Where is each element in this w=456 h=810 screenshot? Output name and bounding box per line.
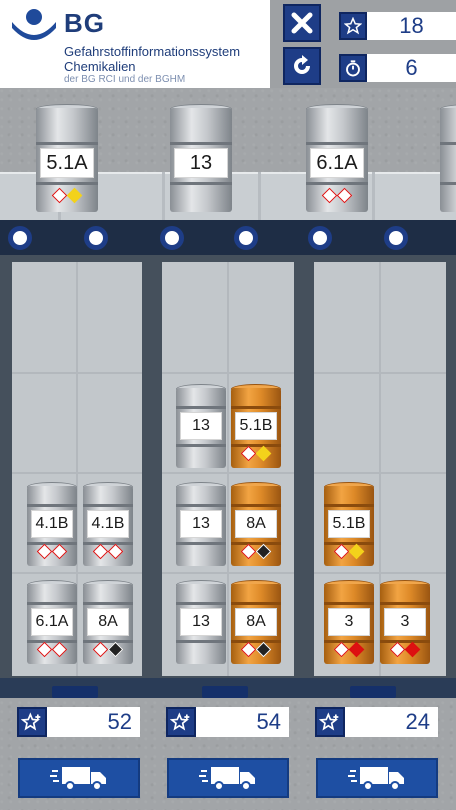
hazard-pictograms xyxy=(240,641,272,658)
stored-barrel[interactable]: 6.1A xyxy=(27,580,77,664)
barrel-class-label: 8A xyxy=(235,608,277,636)
shelf-divider xyxy=(314,472,446,474)
hazard-pictograms xyxy=(92,641,124,658)
hazard-pictograms xyxy=(389,641,421,658)
logo-abbreviation: BG xyxy=(64,8,105,38)
conveyor-wheel xyxy=(160,226,184,250)
hazard-pictograms xyxy=(51,187,83,204)
logo-system-name: Gefahrstoffinformationssystem xyxy=(64,44,241,59)
shelf-divider xyxy=(227,262,229,676)
bg-logo-icon xyxy=(12,9,56,40)
hazard-pictograms xyxy=(333,641,365,658)
conveyor-barrel[interactable]: 6.1A xyxy=(306,104,368,212)
barrel-class-label: 5.1A xyxy=(40,148,94,178)
shelf-tab xyxy=(52,686,98,698)
stored-barrel[interactable]: 8A xyxy=(231,580,281,664)
truck-icon xyxy=(348,767,404,791)
hazard-pictograms xyxy=(36,543,68,560)
barrel-class-label: 6.1A xyxy=(31,608,73,636)
shelf-divider xyxy=(162,372,294,374)
star-plus-icon xyxy=(315,707,345,737)
belt-segment xyxy=(162,172,165,220)
truck-icon xyxy=(199,767,255,791)
shelf-divider xyxy=(314,572,446,574)
barrel-class-label: 5.1B xyxy=(235,412,277,440)
stored-barrel[interactable]: 3 xyxy=(380,580,430,664)
conveyor-wheel xyxy=(8,226,32,250)
conveyor-wheel xyxy=(234,226,258,250)
barrel-class-label: 5.1B xyxy=(328,510,370,538)
restart-button[interactable] xyxy=(283,47,321,85)
barrel-class-label: 6.1A xyxy=(310,148,364,178)
time-counter: 6 xyxy=(367,54,456,82)
conveyor-barrel[interactable]: 13 xyxy=(170,104,232,212)
stopwatch-icon xyxy=(339,54,367,82)
barrel-class-label: 13 xyxy=(180,412,222,440)
shelf-divider xyxy=(12,472,142,474)
shelf-tab xyxy=(202,686,248,698)
shelf-tab xyxy=(350,686,396,698)
shelf-divider xyxy=(12,572,142,574)
barrel-class-label: 8A xyxy=(235,510,277,538)
hazard-pictograms xyxy=(333,543,365,560)
barrel-class-label: 13 xyxy=(174,148,228,178)
ship-shelf-2-button[interactable] xyxy=(167,758,289,798)
barrel-class-label: 3 xyxy=(384,608,426,636)
stored-barrel[interactable]: 4.1B xyxy=(27,482,77,566)
conveyor-barrel-partial[interactable] xyxy=(440,104,456,212)
logo-organization: der BG RCI und der BGHM xyxy=(64,74,186,85)
hazard-pictograms xyxy=(36,641,68,658)
belt-segment xyxy=(372,172,375,220)
conveyor-wheel xyxy=(84,226,108,250)
ship-shelf-3-button[interactable] xyxy=(316,758,438,798)
stored-barrel[interactable]: 8A xyxy=(83,580,133,664)
belt-segment xyxy=(258,172,261,220)
shelf-divider xyxy=(162,472,294,474)
stored-barrel[interactable]: 8A xyxy=(231,482,281,566)
barrel-class-label: 13 xyxy=(180,608,222,636)
shelf-divider xyxy=(314,372,446,374)
star-plus-icon xyxy=(17,707,47,737)
hazard-pictograms xyxy=(92,543,124,560)
shelf-divider xyxy=(162,572,294,574)
ship-shelf-1-button[interactable] xyxy=(18,758,140,798)
close-button[interactable] xyxy=(283,4,321,42)
barrel-class-label: 4.1B xyxy=(31,510,73,538)
stored-barrel[interactable]: 5.1B xyxy=(231,384,281,468)
stored-barrel[interactable]: 13 xyxy=(176,580,226,664)
shelf-2-score: 54 xyxy=(196,707,289,737)
shelf-3-score: 24 xyxy=(345,707,438,737)
stored-barrel[interactable]: 4.1B xyxy=(83,482,133,566)
shelf-1-score: 52 xyxy=(47,707,140,737)
shelf-divider xyxy=(12,372,142,374)
star-icon xyxy=(339,12,367,40)
hazard-pictograms xyxy=(240,445,272,462)
conveyor-wheel xyxy=(384,226,408,250)
bg-logo: BG Gefahrstoffinformationssystem Chemika… xyxy=(0,0,270,88)
hazard-pictograms xyxy=(240,543,272,560)
stored-barrel[interactable]: 5.1B xyxy=(324,482,374,566)
barrel-class-label: 13 xyxy=(180,510,222,538)
stored-barrel[interactable]: 3 xyxy=(324,580,374,664)
star-plus-icon xyxy=(166,707,196,737)
close-icon xyxy=(291,12,313,34)
restart-icon xyxy=(294,55,310,74)
stored-barrel[interactable]: 13 xyxy=(176,384,226,468)
stored-barrel[interactable]: 13 xyxy=(176,482,226,566)
barrel-class-label: 4.1B xyxy=(87,510,129,538)
logo-subtitle: Chemikalien xyxy=(64,59,136,74)
barrel-class-label: 3 xyxy=(328,608,370,636)
truck-icon xyxy=(50,767,106,791)
conveyor-wheel xyxy=(308,226,332,250)
barrel-class-label: 8A xyxy=(87,608,129,636)
stars-counter: 18 xyxy=(367,12,456,40)
hazard-pictograms xyxy=(321,187,353,204)
conveyor-barrel[interactable]: 5.1A xyxy=(36,104,98,212)
